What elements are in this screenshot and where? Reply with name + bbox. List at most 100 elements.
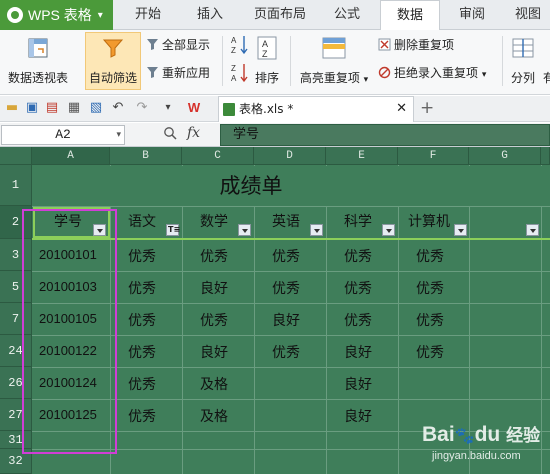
- cell-computer[interactable]: 优秀: [416, 246, 444, 266]
- cell-chinese[interactable]: 优秀: [128, 246, 156, 266]
- cell-chinese[interactable]: 优秀: [128, 310, 156, 330]
- tab-view[interactable]: 视图: [506, 0, 550, 30]
- close-icon[interactable]: ✕: [396, 97, 407, 121]
- column-header-a[interactable]: A: [32, 147, 110, 165]
- tab-page-layout[interactable]: 页面布局: [246, 0, 314, 30]
- row-header-1[interactable]: 1: [0, 165, 32, 206]
- tab-data[interactable]: 数据: [380, 0, 440, 31]
- cell-chinese[interactable]: 优秀: [128, 278, 156, 298]
- header-cell-science[interactable]: 科学: [344, 207, 372, 238]
- paw-icon: 🐾: [454, 428, 475, 445]
- insert-function-button[interactable]: fx: [187, 125, 200, 141]
- header-cell-math[interactable]: 数学: [200, 207, 228, 238]
- filter-dropdown-c[interactable]: [238, 224, 251, 236]
- column-header-f[interactable]: F: [398, 147, 469, 165]
- zoom-search-icon[interactable]: [163, 126, 177, 144]
- cell-english[interactable]: 良好: [272, 310, 300, 330]
- cell-science[interactable]: 优秀: [344, 246, 372, 266]
- cell-science[interactable]: 良好: [344, 374, 372, 394]
- open-folder-icon[interactable]: ▬: [4, 100, 20, 116]
- column-header-d[interactable]: D: [254, 147, 326, 165]
- cell-computer[interactable]: 优秀: [416, 310, 444, 330]
- tab-formulas[interactable]: 公式: [322, 0, 372, 30]
- name-box[interactable]: A2 ▾: [1, 125, 125, 145]
- customize-qat-icon[interactable]: ▾: [160, 100, 176, 116]
- pivot-table-button[interactable]: 数据透视表: [6, 36, 70, 86]
- highlight-duplicates-button[interactable]: 高亮重复项 ▾: [298, 36, 370, 86]
- cell-chinese[interactable]: 优秀: [128, 374, 156, 394]
- filter-dropdown-d[interactable]: [310, 224, 323, 236]
- name-box-value: A2: [55, 127, 71, 142]
- save-icon[interactable]: ▣: [24, 100, 40, 116]
- cell-science[interactable]: 优秀: [344, 310, 372, 330]
- tab-review[interactable]: 审阅: [448, 0, 496, 30]
- cell-math[interactable]: 良好: [200, 278, 228, 298]
- cell-math[interactable]: 及格: [200, 374, 228, 394]
- autofilter-label: 自动筛选: [88, 71, 137, 85]
- show-all-button[interactable]: 全部显示: [146, 36, 210, 53]
- cell-computer[interactable]: 优秀: [416, 342, 444, 362]
- column-header-g[interactable]: G: [469, 147, 541, 165]
- wps-w-icon[interactable]: W: [186, 100, 202, 116]
- cell-science[interactable]: 优秀: [344, 278, 372, 298]
- sort-label: 排序: [254, 71, 279, 85]
- document-tab[interactable]: 表格.xls * ✕: [218, 96, 414, 122]
- cell-g1[interactable]: [469, 166, 550, 206]
- ribbon-more-label[interactable]: 有: [543, 69, 550, 86]
- tab-home[interactable]: 开始: [122, 0, 174, 30]
- cell-math[interactable]: 及格: [200, 406, 228, 426]
- print-preview-icon[interactable]: ▧: [88, 100, 104, 116]
- formula-input[interactable]: 学号: [220, 124, 550, 146]
- reject-duplicates-icon: [378, 66, 391, 79]
- print-icon[interactable]: ▦: [66, 100, 82, 116]
- sort-button[interactable]: A Z 排序: [252, 36, 282, 86]
- cell-science[interactable]: 良好: [344, 342, 372, 362]
- column-header-e[interactable]: E: [326, 147, 398, 165]
- grid-line: [326, 165, 327, 474]
- tab-insert[interactable]: 插入: [184, 0, 236, 30]
- text-to-columns-button[interactable]: 分列: [508, 36, 538, 86]
- filter-dropdown-e[interactable]: [382, 224, 395, 236]
- cell-english[interactable]: 优秀: [272, 342, 300, 362]
- reject-duplicates-button[interactable]: 拒绝录入重复项 ▾: [378, 64, 486, 81]
- new-tab-plus-icon[interactable]: +: [420, 98, 434, 118]
- cell-english[interactable]: 优秀: [272, 278, 300, 298]
- cell-math[interactable]: 优秀: [200, 246, 228, 266]
- column-header-h[interactable]: [541, 147, 550, 165]
- reject-duplicates-label: 拒绝录入重复项: [394, 66, 479, 80]
- remove-duplicates-icon: [378, 38, 391, 51]
- cell-math[interactable]: 优秀: [200, 310, 228, 330]
- sheet-title-cell[interactable]: 成绩单: [33, 166, 469, 206]
- header-cell-english[interactable]: 英语: [272, 207, 300, 238]
- cell-chinese[interactable]: 优秀: [128, 406, 156, 426]
- undo-icon[interactable]: ↶: [110, 100, 126, 116]
- cell-chinese[interactable]: 优秀: [128, 342, 156, 362]
- cell-science[interactable]: 良好: [344, 406, 372, 426]
- spreadsheet-file-icon: [223, 103, 235, 116]
- autofilter-button[interactable]: 自动筛选: [86, 36, 140, 86]
- chevron-down-icon[interactable]: ▾: [116, 126, 121, 144]
- filter-dropdown-g[interactable]: [526, 224, 539, 236]
- show-all-label: 全部显示: [162, 38, 211, 52]
- header-cell-chinese[interactable]: 语文: [128, 207, 156, 238]
- cell-math[interactable]: 良好: [200, 342, 228, 362]
- grid-line: [254, 165, 255, 474]
- cell-computer[interactable]: 优秀: [416, 278, 444, 298]
- ribbon-divider: [222, 36, 223, 86]
- remove-duplicates-button[interactable]: 删除重复项: [378, 36, 454, 53]
- svg-text:Z: Z: [231, 64, 236, 73]
- column-header-c[interactable]: C: [182, 147, 254, 165]
- cell-english[interactable]: 优秀: [272, 246, 300, 266]
- column-header-b[interactable]: B: [110, 147, 182, 165]
- filter-dropdown-b-filtered[interactable]: T≡: [166, 224, 180, 236]
- header-cell-computer[interactable]: 计算机: [408, 207, 450, 238]
- reapply-button[interactable]: 重新应用: [146, 64, 210, 81]
- filter-dropdown-f[interactable]: [454, 224, 467, 236]
- redo-icon[interactable]: ↷: [134, 100, 150, 116]
- reapply-label: 重新应用: [162, 66, 211, 80]
- select-all-corner[interactable]: [0, 147, 32, 165]
- sort-descending-button[interactable]: Z A: [230, 62, 250, 87]
- wps-app-menu-button[interactable]: WPS 表格 ▾: [0, 0, 113, 30]
- sort-ascending-button[interactable]: A Z: [230, 34, 250, 59]
- export-pdf-icon[interactable]: ▤: [44, 100, 60, 116]
